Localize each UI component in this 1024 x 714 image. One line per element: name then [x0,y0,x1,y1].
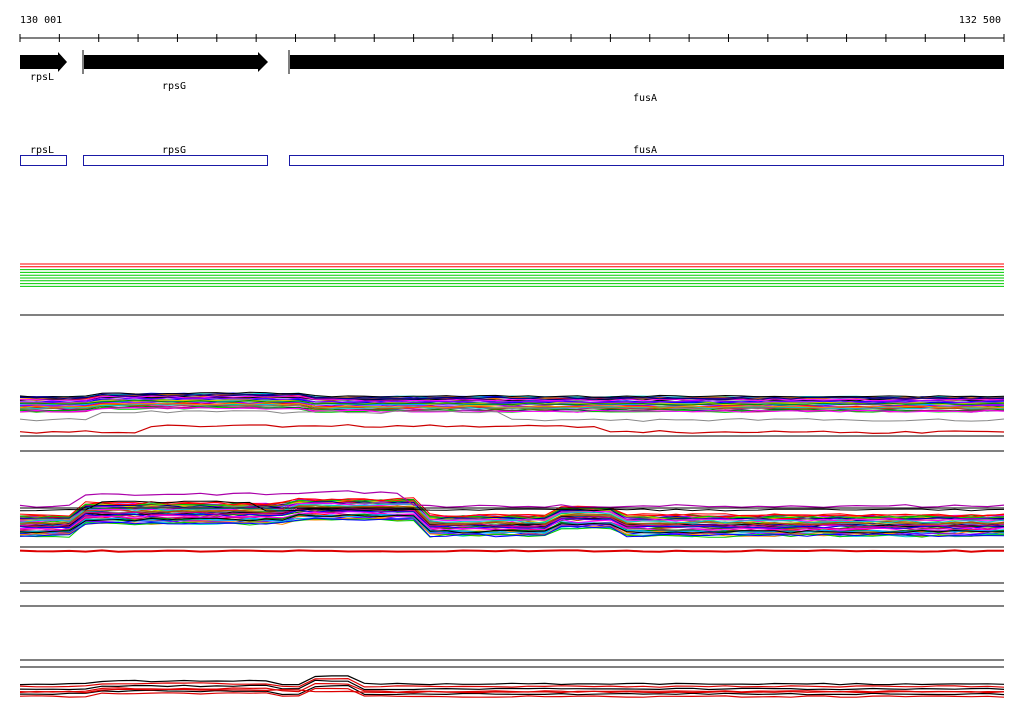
gene-box-rpsL[interactable] [20,155,67,166]
gene-box-label-rpsG: rpsG [162,145,186,156]
gene-box-label-fusA: fusA [633,145,657,156]
gene-arrow-rpsL[interactable] [20,52,67,72]
gene-box-label-rpsL: rpsL [30,145,54,156]
signal-track-flat [20,263,1004,316]
gene-box-track: rpsL rpsG fusA [20,145,1004,166]
ruler-start-label: 130 001 [20,15,62,26]
signal-track-4 [20,659,1004,668]
signal-line [19,424,1005,435]
coordinate-ruler: 130 001 132 500 [19,15,1005,42]
gene-arrow-rpsG[interactable] [84,52,268,72]
signal-track-2 [19,391,1005,452]
gene-arrow-label-rpsL: rpsL [30,72,54,83]
gene-arrow-track: rpsL rpsG fusA [20,50,1004,104]
ruler-end-label: 132 500 [959,15,1001,26]
gene-box-rpsG[interactable] [83,155,268,166]
gene-box-fusA[interactable] [289,155,1004,166]
signal-track-3 [19,490,1005,607]
signal-line [19,549,1004,553]
genome-browser-view: 130 001 132 500 rpsL rpsG fusA rpsL rpsG… [19,15,1005,698]
gene-arrow-label-rpsG: rpsG [162,81,186,92]
signal-track-5 [19,675,1005,698]
gene-arrow-label-fusA: fusA [633,93,657,104]
gene-arrow-fusA[interactable] [290,55,1004,69]
